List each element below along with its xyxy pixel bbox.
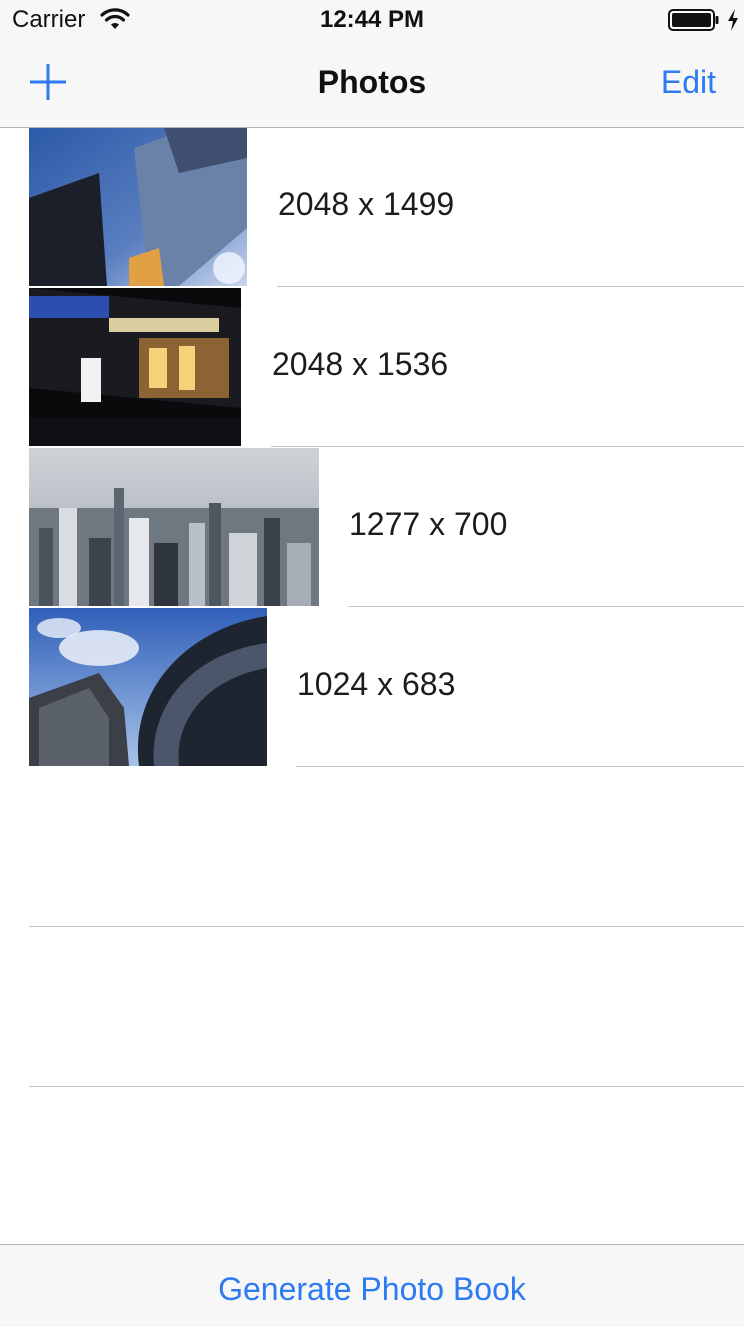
row-separator (271, 446, 744, 447)
generate-photo-book-button[interactable]: Generate Photo Book (0, 1271, 744, 1308)
status-bar: Carrier 12:44 PM (0, 0, 744, 40)
night-street-neon-photo (29, 288, 241, 446)
battery-icon (668, 9, 719, 31)
photo-dimensions-label: 1024 x 683 (297, 666, 456, 702)
photo-table: 2048 x 1499 2048 x 1536 1277 x 700 1024 … (0, 128, 744, 1244)
empty-row-separator (29, 1086, 744, 1087)
curved-glass-towers-photo (29, 608, 267, 766)
table-row[interactable]: 1277 x 700 (0, 448, 744, 608)
row-separator (277, 286, 744, 287)
row-separator (348, 606, 744, 607)
photo-dimensions-label: 2048 x 1499 (278, 186, 455, 222)
city-skyline-photo (29, 448, 319, 606)
empty-row-separator (29, 926, 744, 927)
edit-button[interactable]: Edit (661, 64, 716, 101)
bottom-toolbar: Generate Photo Book (0, 1244, 744, 1327)
photo-dimensions-label: 2048 x 1536 (272, 346, 449, 382)
table-row[interactable]: 1024 x 683 (0, 608, 744, 768)
photo-dimensions-label: 1277 x 700 (349, 506, 508, 542)
status-time: 12:44 PM (319, 6, 425, 33)
photos-screen: Carrier 12:44 PM Photos Edit 2048 x 1499… (0, 0, 744, 1327)
page-title: Photos (317, 64, 427, 100)
row-separator (296, 766, 744, 767)
table-row[interactable]: 2048 x 1499 (0, 128, 744, 288)
charging-bolt-icon (728, 9, 738, 31)
navigation-bar: Photos Edit (0, 40, 744, 128)
table-row[interactable]: 2048 x 1536 (0, 288, 744, 448)
skyscrapers-looking-up-photo (29, 128, 247, 286)
